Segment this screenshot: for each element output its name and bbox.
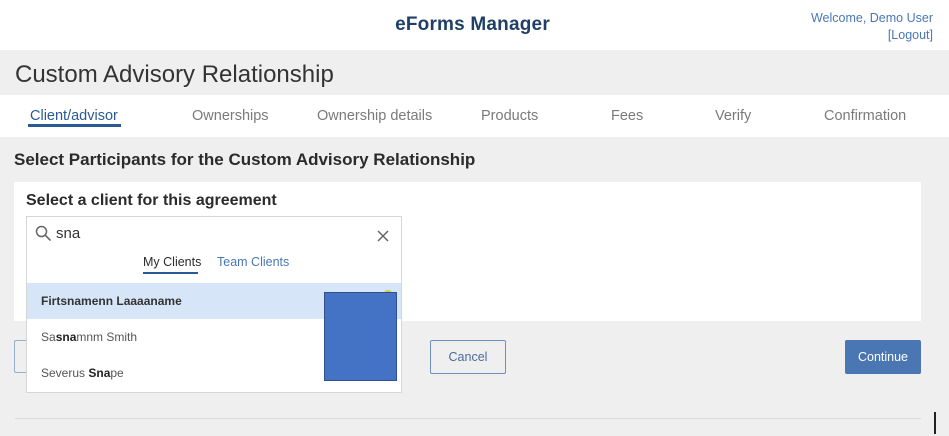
page-header: Custom Advisory Relationship [0,50,949,95]
tab-client-advisor[interactable]: Client/advisor [30,108,118,124]
panel-title: Select a client for this agreement [26,192,277,209]
text-cursor [934,412,936,434]
result-text: pe [110,366,124,380]
top-bar: eForms Manager Welcome, Demo User [Logou… [0,0,949,50]
result-text: Sa [41,330,56,344]
app-title: eForms Manager [395,14,550,35]
footer-divider [15,418,921,419]
tab-verify[interactable]: Verify [715,108,751,124]
logout-link[interactable]: [Logout] [811,27,933,44]
user-menu: Welcome, Demo User [Logout] [811,10,933,44]
client-search-input[interactable] [56,222,356,244]
step-tabs: Client/advisor Ownerships Ownership deta… [0,95,949,137]
continue-button[interactable]: Continue [845,340,921,374]
result-text: menn Laaaaname [81,294,182,308]
result-match: sna [55,330,77,344]
result-match: Sna [88,366,111,380]
tab-fees[interactable]: Fees [611,108,643,124]
tab-products[interactable]: Products [481,108,538,124]
page-title: Custom Advisory Relationship [15,61,334,88]
result-text: mnm Smith [76,330,138,344]
result-match: sna [60,294,82,308]
overlay-box [324,292,397,381]
welcome-text: Welcome, Demo User [810,11,933,25]
result-text: Firt [41,294,61,308]
cancel-button[interactable]: Cancel [430,340,506,374]
tab-ownership-details[interactable]: Ownership details [317,108,432,124]
tab-confirmation[interactable]: Confirmation [824,108,906,124]
result-text: Severus [41,366,89,380]
active-subtab-indicator [143,272,198,274]
search-icon [35,225,51,241]
tab-my-clients[interactable]: My Clients [143,255,201,269]
tab-ownerships[interactable]: Ownerships [192,108,269,124]
close-icon[interactable] [376,229,390,243]
active-tab-indicator [28,124,121,127]
tab-team-clients[interactable]: Team Clients [217,255,289,269]
section-title: Select Participants for the Custom Advis… [14,150,476,169]
